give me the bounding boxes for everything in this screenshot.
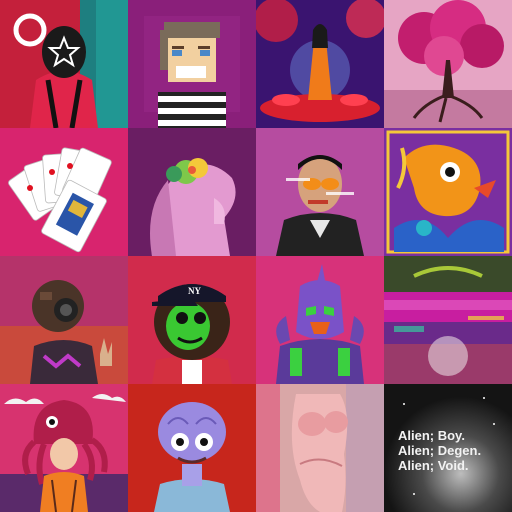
- gallery-tile[interactable]: NY: [128, 256, 256, 384]
- caption-line: Alien; Void.: [398, 458, 469, 473]
- gallery-tile[interactable]: [128, 128, 256, 256]
- gallery-tile[interactable]: [256, 0, 384, 128]
- gallery-tile[interactable]: [0, 256, 128, 384]
- gallery-tile[interactable]: [384, 256, 512, 384]
- gallery-tile[interactable]: [0, 384, 128, 512]
- caption-line: Alien; Boy.: [398, 428, 465, 443]
- gallery-tile[interactable]: [384, 128, 512, 256]
- svg-text:NY: NY: [188, 286, 201, 296]
- green-lion-cap-art: NY: [128, 256, 256, 384]
- gallery-tile[interactable]: [256, 128, 384, 256]
- purple-alien-art: [128, 384, 256, 512]
- gallery-tile[interactable]: [0, 0, 128, 128]
- woman-flower-head-art: [128, 128, 256, 256]
- gallery-tile[interactable]: [384, 0, 512, 128]
- glitch-man-portrait-art: [256, 128, 384, 256]
- caption-line: Alien; Degen.: [398, 443, 482, 458]
- octopus-kid-art: [0, 384, 128, 512]
- pink-torso-art: [256, 384, 384, 512]
- gallery-tile[interactable]: [0, 128, 128, 256]
- masked-guard-art: [0, 0, 128, 128]
- pink-tree-art: [384, 0, 512, 128]
- alien-caption: Alien; Boy. Alien; Degen. Alien; Void.: [398, 428, 481, 473]
- pixel-boy-art: [128, 0, 256, 128]
- purple-mecha-art: [256, 256, 384, 384]
- colorful-creature-art: [384, 128, 512, 256]
- gallery-tile[interactable]: [256, 384, 384, 512]
- gallery-tile[interactable]: Alien; Boy. Alien; Degen. Alien; Void.: [384, 384, 512, 512]
- gallery-tile[interactable]: [256, 256, 384, 384]
- woman-red-flowers-art: [256, 0, 384, 128]
- gasmask-robot-art: [0, 256, 128, 384]
- glitch-landscape-art: [384, 256, 512, 384]
- playing-cards-art: [0, 128, 128, 256]
- gallery-tile[interactable]: [128, 384, 256, 512]
- gallery-tile[interactable]: [128, 0, 256, 128]
- nft-gallery-grid: NY Alien; Boy. Alien; Degen. Alien; Void…: [0, 0, 512, 512]
